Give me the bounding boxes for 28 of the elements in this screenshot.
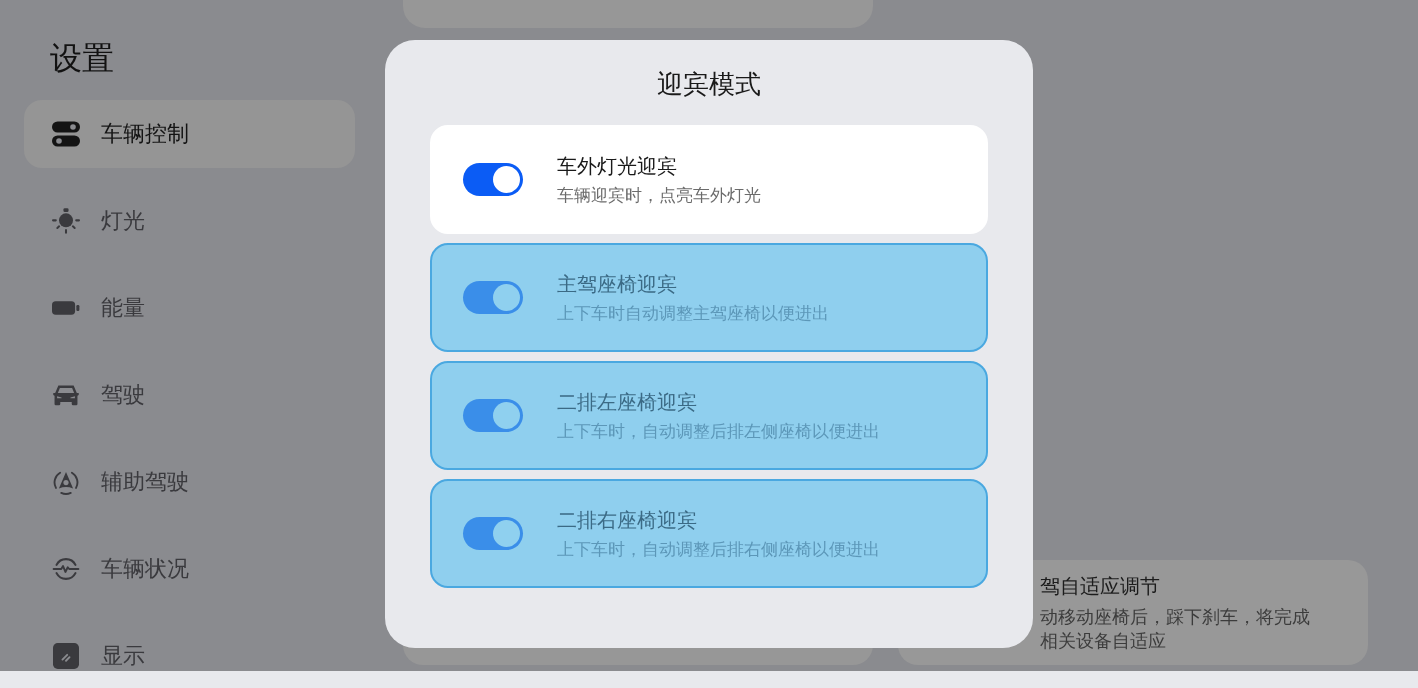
screen-icon	[52, 643, 80, 669]
toggle-switch[interactable]	[463, 517, 523, 550]
option-title: 主驾座椅迎宾	[557, 271, 677, 297]
sun-icon	[52, 208, 80, 234]
sidebar-item[interactable]: 灯光	[24, 187, 355, 255]
card-description: 相关设备自适应	[1040, 630, 1167, 653]
toggles-icon	[52, 121, 80, 147]
triangle-circle-icon	[52, 469, 80, 495]
car-icon	[52, 382, 80, 408]
option-row[interactable]: 车外灯光迎宾 车辆迎宾时，点亮车外灯光	[430, 125, 988, 234]
option-description: 车辆迎宾时，点亮车外灯光	[557, 184, 761, 207]
sidebar-item[interactable]: 车辆控制	[24, 100, 355, 168]
toggle-switch[interactable]	[463, 163, 523, 196]
card-title: 驾自适应调节	[1040, 574, 1161, 599]
option-title: 二排右座椅迎宾	[557, 507, 697, 533]
toggle-switch[interactable]	[463, 399, 523, 432]
toggle-switch[interactable]	[463, 281, 523, 314]
option-title: 二排左座椅迎宾	[557, 389, 697, 415]
sidebar-item[interactable]: 驾驶	[24, 361, 355, 429]
card-description: 动移动座椅后，踩下刹车，将完成	[1040, 606, 1311, 629]
sidebar-item[interactable]: 车辆状况	[24, 535, 355, 603]
page-title: 设置	[50, 39, 114, 78]
sidebar-item[interactable]: 能量	[24, 274, 355, 342]
pulse-icon	[52, 556, 80, 582]
option-title: 车外灯光迎宾	[557, 153, 677, 179]
sidebar-item[interactable]: 辅助驾驶	[24, 448, 355, 516]
sidebar-item[interactable]: 显示	[24, 622, 355, 671]
dialog-title: 迎宾模式	[657, 68, 761, 100]
